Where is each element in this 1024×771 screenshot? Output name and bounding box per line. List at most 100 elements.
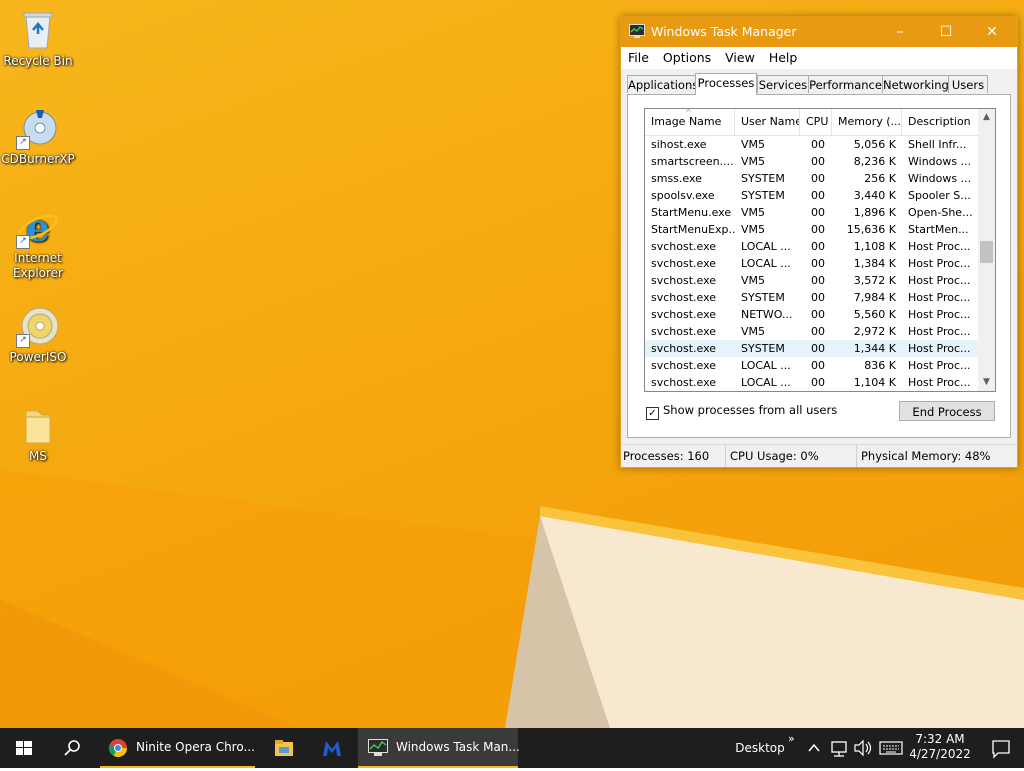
process-row[interactable]: svchost.exe VM5 00 3,572 K Host Proc... — [645, 272, 980, 289]
notification-icon — [992, 740, 1010, 759]
desktop-icon-recycle-bin[interactable]: Recycle Bin — [0, 8, 76, 69]
process-cell-mem: 3,572 K — [853, 274, 896, 287]
desktop-icon-internet-explorer[interactable]: e ↗ Internet Explorer — [0, 205, 76, 281]
process-cell-desc: Windows ... — [908, 172, 972, 185]
tab-performance[interactable]: Performance — [808, 75, 883, 93]
process-list[interactable]: Image Name ^ User Name CPU Memory (... D… — [644, 108, 996, 392]
process-row[interactable]: StartMenu.exe VM5 00 1,896 K Open-She... — [645, 204, 980, 221]
process-row[interactable]: svchost.exe VM5 00 2,972 K Host Proc... — [645, 323, 980, 340]
process-cell-desc: Host Proc... — [908, 342, 971, 355]
process-row[interactable]: smss.exe SYSTEM 00 256 K Windows ... — [645, 170, 980, 187]
process-row[interactable]: StartMenuExp... VM5 00 15,636 K StartMen... — [645, 221, 980, 238]
process-cell-desc: Host Proc... — [908, 376, 971, 389]
process-row[interactable]: svchost.exe LOCAL ... 00 1,384 K Host Proc..… — [645, 255, 980, 272]
search-button[interactable] — [48, 728, 96, 768]
malwarebytes-icon — [323, 741, 341, 756]
task-manager-window: Windows Task Manager – ☐ ✕ File Options Vi… — [620, 16, 1018, 468]
taskbar-file-explorer[interactable] — [262, 728, 306, 768]
process-cell-name: svchost.exe — [651, 359, 717, 372]
process-row[interactable]: svchost.exe LOCAL ... 00 1,104 K Host Proc..… — [645, 374, 980, 391]
process-cell-desc: Host Proc... — [908, 291, 971, 304]
column-description[interactable]: Description — [902, 109, 980, 135]
show-hidden-icons-button[interactable] — [806, 728, 822, 768]
keyboard-tray-button[interactable] — [878, 728, 904, 768]
tab-services[interactable]: Services — [757, 75, 809, 93]
process-cell-cpu: 00 — [811, 138, 825, 151]
process-row[interactable]: svchost.exe SYSTEM 00 7,984 K Host Proc... — [645, 289, 980, 306]
process-row[interactable]: smartscreen.... VM5 00 8,236 K Windows ... — [645, 153, 980, 170]
process-row[interactable]: svchost.exe LOCAL ... 00 836 K Host Proc... — [645, 357, 980, 374]
taskbar-app-label: Ninite Opera Chro... — [136, 740, 255, 754]
taskbar-app-task-manager[interactable]: Windows Task Man... — [358, 728, 520, 768]
scroll-up-arrow-icon[interactable]: ▲ — [978, 109, 995, 126]
network-icon — [831, 741, 847, 757]
process-cell-cpu: 00 — [811, 325, 825, 338]
poweriso-icon: ↗ — [16, 304, 60, 348]
taskbar-malwarebytes[interactable] — [310, 728, 354, 768]
process-cell-user: SYSTEM — [741, 291, 785, 304]
desktop-toolbar-label[interactable]: Desktop — [732, 728, 788, 768]
clock[interactable]: 7:32 AM 4/27/2022 — [906, 728, 974, 768]
process-cell-user: VM5 — [741, 138, 766, 151]
column-cpu[interactable]: CPU — [800, 109, 832, 135]
minimize-button[interactable]: – — [877, 17, 923, 47]
recycle-bin-icon — [16, 8, 60, 52]
close-button[interactable]: ✕ — [969, 17, 1015, 47]
scrollbar-thumb[interactable] — [980, 241, 993, 263]
process-cell-name: StartMenuExp... — [651, 223, 735, 236]
menu-view[interactable]: View — [718, 47, 762, 69]
process-row[interactable]: spoolsv.exe SYSTEM 00 3,440 K Spooler S... — [645, 187, 980, 204]
maximize-button[interactable]: ☐ — [923, 17, 969, 47]
tab-users[interactable]: Users — [948, 75, 988, 93]
vertical-scrollbar[interactable]: ▲ ▼ — [978, 109, 995, 391]
show-all-users-option[interactable]: ✓ Show processes from all users — [646, 403, 837, 420]
taskbar-app-chrome[interactable]: Ninite Opera Chro... — [100, 728, 255, 768]
process-row[interactable]: svchost.exe SYSTEM 00 1,344 K Host Proc... — [645, 340, 980, 357]
process-cell-cpu: 00 — [811, 342, 825, 355]
menu-options[interactable]: Options — [656, 47, 718, 69]
process-cell-mem: 7,984 K — [853, 291, 896, 304]
process-cell-cpu: 00 — [811, 155, 825, 168]
network-tray-button[interactable] — [830, 728, 850, 768]
volume-tray-button[interactable] — [852, 728, 874, 768]
desktop-icon-ms-folder[interactable]: MS — [0, 403, 76, 464]
tab-applications[interactable]: Applications — [627, 75, 698, 93]
clock-time: 7:32 AM — [915, 732, 965, 746]
process-cell-cpu: 00 — [811, 274, 825, 287]
desktop-icon-poweriso[interactable]: ↗ PowerISO — [0, 304, 76, 365]
process-cell-cpu: 00 — [811, 240, 825, 253]
action-center-button[interactable] — [976, 728, 1024, 768]
column-memory[interactable]: Memory (... — [832, 109, 902, 135]
process-row[interactable]: svchost.exe LOCAL ... 00 1,108 K Host Proc..… — [645, 238, 980, 255]
chevron-up-icon — [808, 743, 820, 752]
desktop-icon-label: Recycle Bin — [3, 54, 73, 68]
scroll-down-arrow-icon[interactable]: ▼ — [978, 374, 995, 391]
desktop-icon-cdburnerxp[interactable]: ↗ CDBurnerXP — [0, 106, 76, 167]
menu-help[interactable]: Help — [762, 47, 805, 69]
process-cell-name: svchost.exe — [651, 308, 717, 321]
end-process-button[interactable]: End Process — [899, 401, 995, 421]
process-cell-user: LOCAL ... — [741, 257, 791, 270]
process-row[interactable]: svchost.exe NETWO... 00 5,560 K Host Proc... — [645, 306, 980, 323]
title-bar[interactable]: Windows Task Manager – ☐ ✕ — [621, 17, 1017, 47]
process-cell-mem: 1,384 K — [853, 257, 896, 270]
process-cell-mem: 15,636 K — [846, 223, 896, 236]
toolbar-overflow-chevron[interactable]: » — [788, 728, 800, 768]
column-user-name[interactable]: User Name — [735, 109, 800, 135]
process-cell-name: sihost.exe — [651, 138, 707, 151]
process-cell-name: svchost.exe — [651, 257, 717, 270]
start-button[interactable] — [0, 728, 48, 768]
process-row[interactable]: sihost.exe VM5 00 5,056 K Shell Infr... — [645, 136, 980, 153]
show-all-users-checkbox[interactable]: ✓ — [646, 407, 659, 420]
file-explorer-icon — [275, 740, 293, 756]
process-cell-user: SYSTEM — [741, 342, 785, 355]
tab-processes[interactable]: Processes — [695, 73, 757, 95]
process-cell-user: SYSTEM — [741, 172, 785, 185]
process-cell-mem: 3,440 K — [853, 189, 896, 202]
process-cell-name: svchost.exe — [651, 274, 717, 287]
menu-file[interactable]: File — [621, 47, 656, 69]
process-cell-cpu: 00 — [811, 172, 825, 185]
tab-networking[interactable]: Networking — [882, 75, 949, 93]
process-cell-name: StartMenu.exe — [651, 206, 732, 219]
processes-panel: Image Name ^ User Name CPU Memory (... D… — [627, 94, 1011, 438]
